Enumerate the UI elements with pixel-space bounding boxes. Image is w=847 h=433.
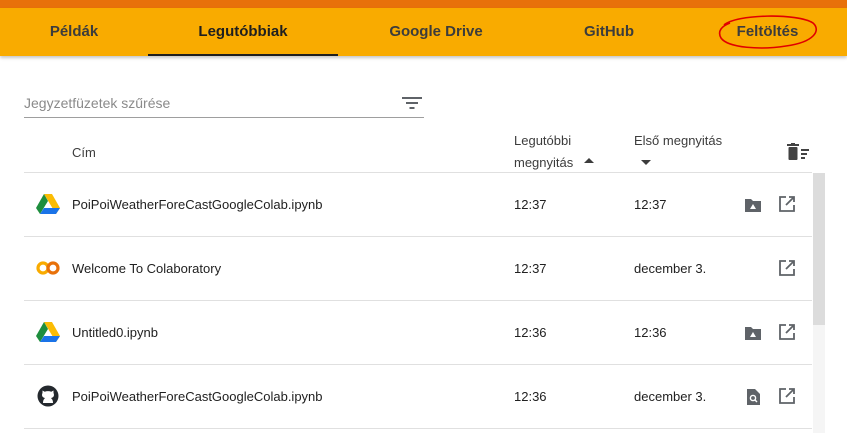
colab-logo-icon (36, 261, 60, 275)
open-in-new-icon[interactable] (778, 259, 796, 277)
open-in-new-icon[interactable] (778, 323, 796, 341)
column-header-last-opened-line1[interactable]: Legutóbbi (514, 133, 571, 148)
delete-sweep-icon[interactable] (787, 143, 809, 161)
last-opened-time: 12:37 (514, 197, 547, 212)
tab-github[interactable]: GitHub (534, 8, 684, 56)
notebook-filter (24, 90, 424, 118)
find-in-page-icon[interactable] (744, 388, 762, 406)
table-divider (24, 428, 812, 429)
open-in-new-icon[interactable] (778, 387, 796, 405)
table-row[interactable]: Welcome To Colaboratory 12:37 december 3… (24, 237, 812, 300)
google-drive-icon (36, 194, 60, 214)
first-opened-time: december 3. (634, 389, 707, 404)
notebook-title[interactable]: PoiPoiWeatherForeCastGoogleColab.ipynb (72, 365, 323, 428)
sort-ascending-icon[interactable] (584, 158, 594, 163)
first-opened-time: 12:37 (634, 197, 667, 212)
github-icon (37, 385, 59, 407)
filter-list-icon[interactable] (402, 95, 422, 111)
table-row[interactable]: PoiPoiWeatherForeCastGoogleColab.ipynb 1… (24, 173, 812, 236)
column-header-first-opened[interactable]: Első megnyitás (634, 133, 722, 148)
notebook-filter-input[interactable] (24, 90, 384, 116)
scrollbar-thumb[interactable] (813, 173, 825, 325)
last-opened-time: 12:37 (514, 261, 547, 276)
tab-bar: Példák Legutóbbiak Google Drive GitHub F… (0, 8, 847, 56)
drive-folder-icon[interactable] (744, 324, 762, 342)
tab-recent[interactable]: Legutóbbiak (148, 8, 338, 56)
last-opened-time: 12:36 (514, 325, 547, 340)
open-in-new-icon[interactable] (778, 195, 796, 213)
tab-examples[interactable]: Példák (0, 8, 148, 56)
column-header-last-opened-line2[interactable]: megnyitás (514, 155, 573, 170)
first-opened-time: december 3. (634, 261, 707, 276)
notebook-title[interactable]: Welcome To Colaboratory (72, 237, 221, 300)
first-opened-time: 12:36 (634, 325, 667, 340)
tab-google-drive[interactable]: Google Drive (338, 8, 534, 56)
last-opened-time: 12:36 (514, 389, 547, 404)
tab-upload[interactable]: Feltöltés (700, 8, 835, 56)
top-accent-strip (0, 0, 847, 8)
google-drive-icon (36, 322, 60, 342)
sort-descending-icon[interactable] (641, 160, 651, 165)
notebook-title[interactable]: PoiPoiWeatherForeCastGoogleColab.ipynb (72, 173, 323, 236)
drive-folder-icon[interactable] (744, 196, 762, 214)
column-header-title[interactable]: Cím (72, 145, 96, 160)
notebook-title[interactable]: Untitled0.ipynb (72, 301, 158, 364)
table-row[interactable]: PoiPoiWeatherForeCastGoogleColab.ipynb 1… (24, 365, 812, 428)
table-row[interactable]: Untitled0.ipynb 12:36 12:36 (24, 301, 812, 364)
